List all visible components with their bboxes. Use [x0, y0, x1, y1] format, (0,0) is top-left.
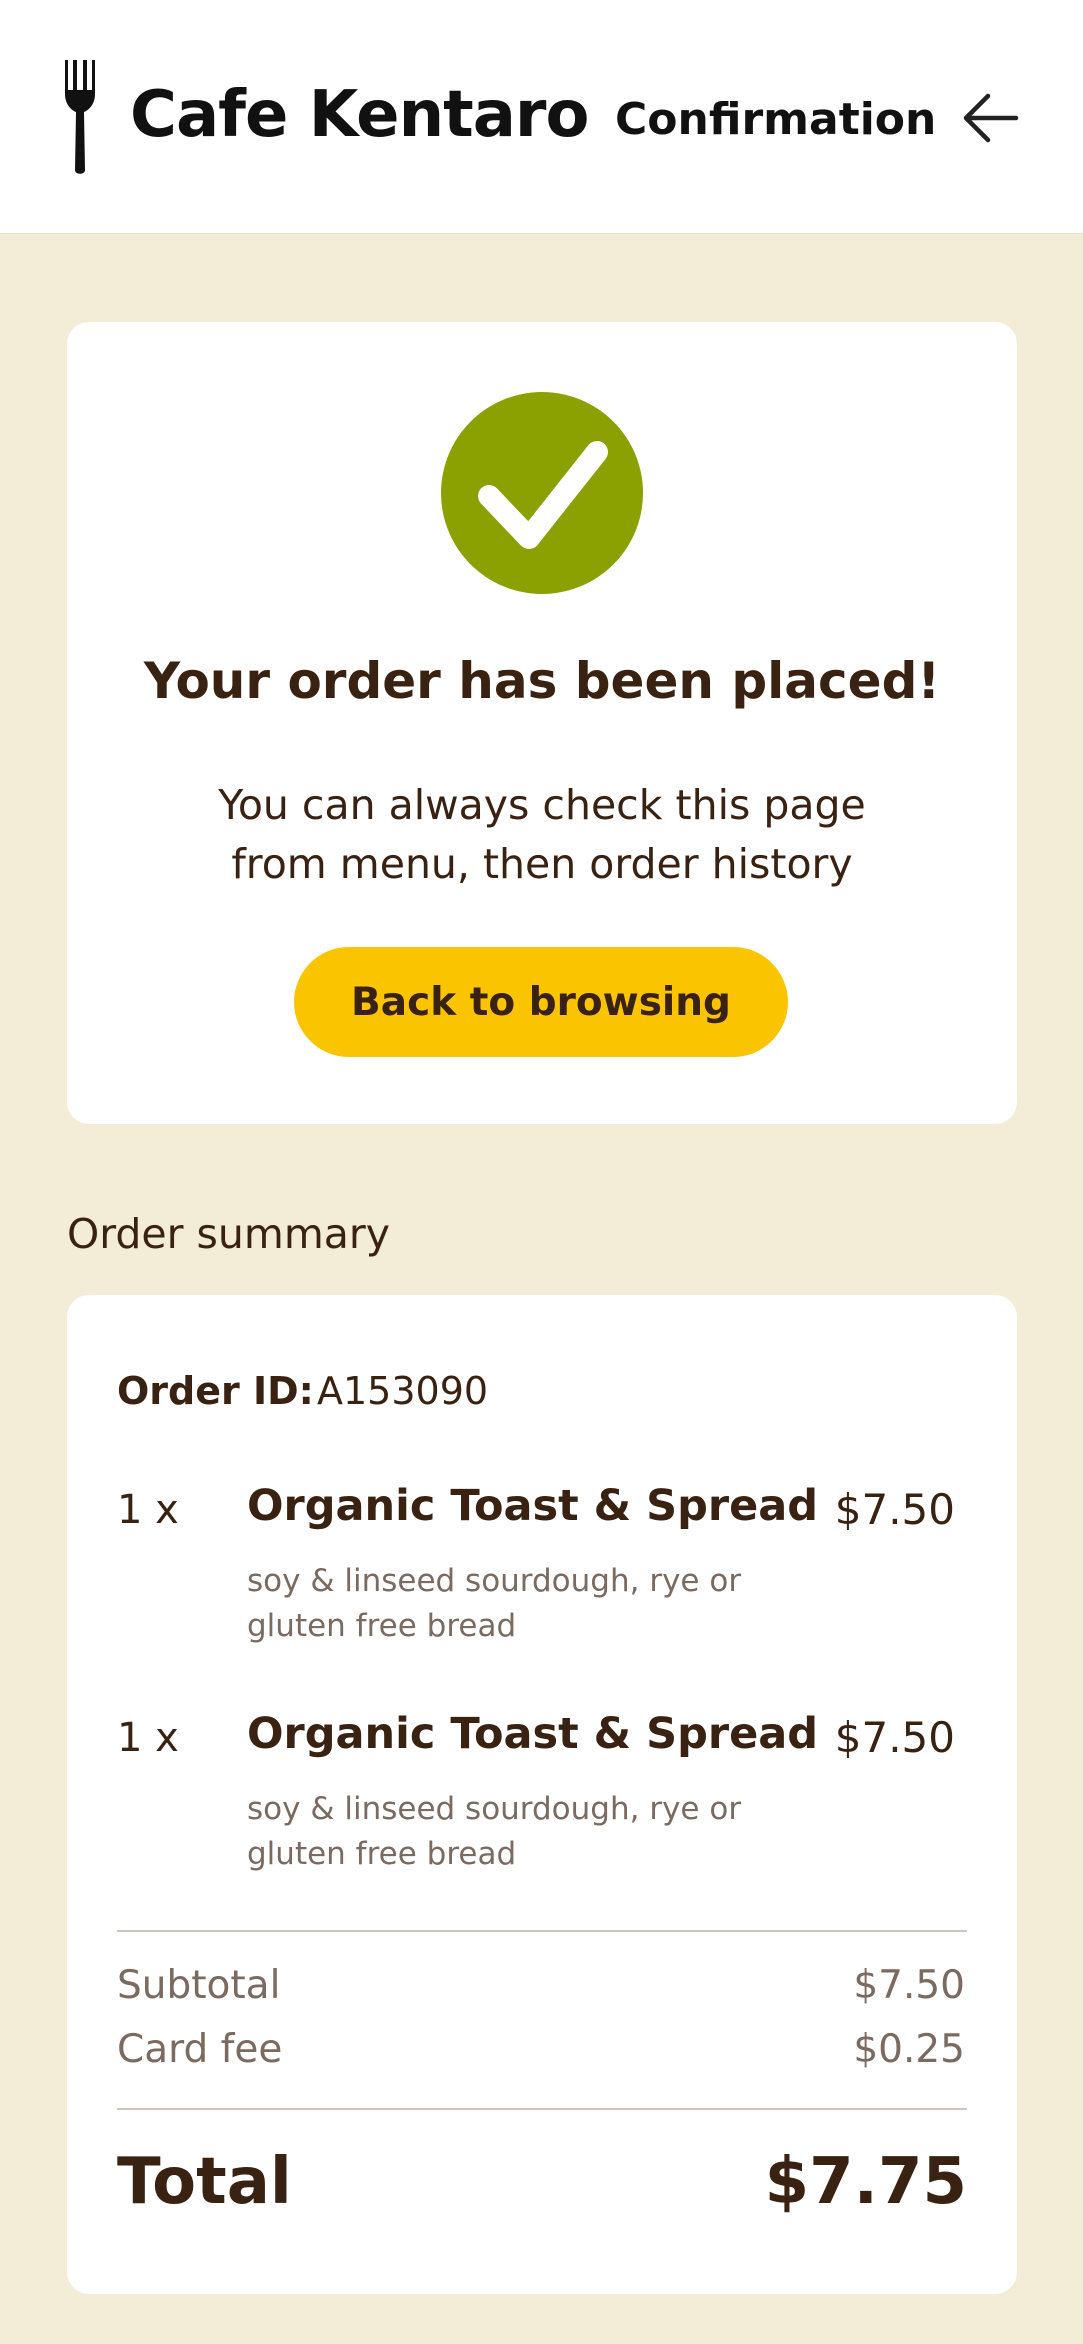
order-item: 1 x Organic Toast & Spread soy & linseed… — [67, 1473, 1017, 1673]
item-quantity: 1 x — [117, 1487, 179, 1533]
page-title: Confirmation — [615, 94, 937, 145]
order-summary-card: Order ID: A153090 1 x Organic Toast & Sp… — [67, 1295, 1017, 2294]
order-id-value: A153090 — [317, 1369, 489, 1413]
confirmation-card: Your order has been placed! You can alwa… — [67, 322, 1017, 1124]
divider — [117, 1930, 967, 1932]
confirmation-title: Your order has been placed! — [143, 652, 941, 710]
item-quantity: 1 x — [117, 1715, 179, 1761]
divider — [117, 2108, 967, 2110]
card-fee-value: $0.25 — [853, 2027, 965, 2072]
item-price: $7.50 — [834, 1713, 955, 1762]
item-description: soy & linseed sourdough, rye or gluten f… — [247, 1563, 742, 1644]
success-badge — [441, 392, 643, 594]
item-name: Organic Toast & Spread — [247, 1709, 819, 1759]
back-to-browsing-button[interactable]: Back to browsing — [294, 947, 788, 1057]
total-label: Total — [117, 2145, 292, 2219]
checkmark-icon — [478, 441, 608, 549]
confirmation-message: You can always check this page from menu… — [218, 781, 866, 888]
total-value: $7.75 — [764, 2145, 967, 2219]
item-name: Organic Toast & Spread — [247, 1481, 819, 1531]
fork-icon — [65, 60, 95, 174]
item-description: soy & linseed sourdough, rye or gluten f… — [247, 1791, 742, 1872]
order-id-label: Order ID: — [117, 1369, 314, 1413]
subtotal-label: Subtotal — [117, 1963, 281, 2008]
brand-name: Cafe Kentaro — [130, 78, 589, 152]
item-price: $7.50 — [834, 1485, 955, 1534]
order-item: 1 x Organic Toast & Spread soy & linseed… — [67, 1701, 1017, 1901]
card-fee-label: Card fee — [117, 2027, 283, 2072]
subtotal-value: $7.50 — [853, 1963, 965, 2008]
app-header: Cafe Kentaro Confirmation — [0, 0, 1083, 234]
arrow-left-icon[interactable] — [960, 92, 1020, 144]
order-summary-heading: Order summary — [67, 1210, 391, 1258]
